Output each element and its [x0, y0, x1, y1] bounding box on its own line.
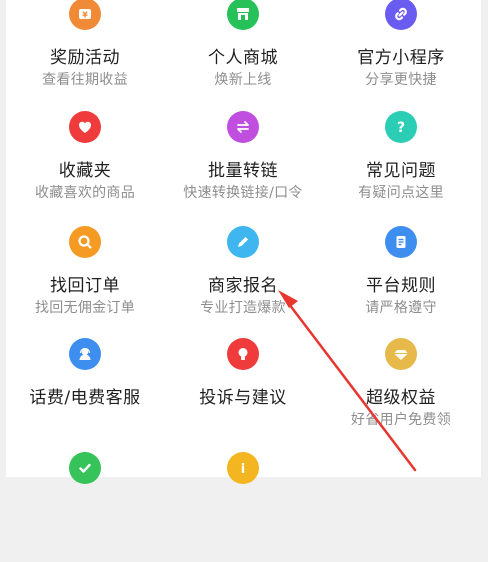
menu-item-subtitle: 有疑问点这里	[358, 185, 444, 201]
customer-service-icon	[69, 338, 101, 370]
menu-item-subtitle: 收藏喜欢的商品	[34, 185, 136, 201]
menu-item-personal-store[interactable]: 个人商城 焕新上线	[164, 0, 322, 108]
menu-item-mini-program[interactable]: 官方小程序 分享更快捷	[322, 0, 480, 108]
edit-icon	[227, 226, 259, 258]
svg-text:¥: ¥	[82, 11, 88, 20]
menu-item-title: 话费/电费客服	[29, 388, 141, 408]
menu-item-bill-service[interactable]: 话费/电费客服	[6, 338, 164, 448]
menu-item-partial-2[interactable]: i	[164, 452, 322, 562]
feature-grid: ¥ 奖励活动 查看往期收益 个人商城 焕新上线 官方小程序 分享更快捷 收藏夹 …	[6, 0, 481, 484]
svg-text:?: ?	[397, 120, 405, 136]
menu-item-title: 常见问题	[366, 161, 436, 181]
menu-item-faq[interactable]: ? 常见问题 有疑问点这里	[322, 111, 480, 221]
menu-item-partial-1[interactable]	[6, 452, 164, 562]
diamond-icon	[385, 338, 417, 370]
menu-item-subtitle: 查看往期收益	[42, 72, 128, 88]
heart-icon	[69, 111, 101, 143]
menu-item-favorites[interactable]: 收藏夹 收藏喜欢的商品	[6, 111, 164, 221]
menu-item-title: 奖励活动	[50, 48, 120, 68]
lightbulb-icon	[227, 338, 259, 370]
menu-item-subtitle: 找回无佣金订单	[34, 300, 136, 316]
svg-text:i: i	[241, 462, 245, 477]
convert-icon	[227, 111, 259, 143]
search-icon	[69, 226, 101, 258]
menu-item-title: 投诉与建议	[199, 388, 287, 408]
menu-item-merchant-signup[interactable]: 商家报名 专业打造爆款	[164, 226, 322, 336]
menu-item-subtitle: 专业打造爆款	[200, 300, 286, 316]
menu-item-title: 个人商城	[208, 48, 278, 68]
menu-item-rewards[interactable]: ¥ 奖励活动 查看往期收益	[6, 0, 164, 108]
menu-item-super-benefits[interactable]: 超级权益 好省用户免费领	[322, 338, 480, 448]
menu-item-batch-convert[interactable]: 批量转链 快速转换链接/口令	[164, 111, 322, 221]
menu-item-platform-rules[interactable]: 平台规则 请严格遵守	[322, 226, 480, 336]
menu-item-subtitle: 焕新上线	[214, 72, 272, 88]
question-icon: ?	[385, 111, 417, 143]
menu-item-subtitle: 快速转换链接/口令	[183, 185, 303, 201]
link-icon	[385, 0, 417, 30]
document-icon	[385, 226, 417, 258]
menu-item-title: 超级权益	[366, 388, 436, 408]
store-icon	[227, 0, 259, 30]
menu-item-title: 批量转链	[208, 161, 278, 181]
menu-item-recover-order[interactable]: 找回订单 找回无佣金订单	[6, 226, 164, 336]
menu-item-title: 商家报名	[208, 276, 278, 296]
menu-item-title: 平台规则	[366, 276, 436, 296]
menu-item-title: 官方小程序	[357, 48, 445, 68]
menu-item-title: 收藏夹	[58, 161, 112, 181]
check-icon	[69, 452, 101, 484]
menu-item-subtitle: 好省用户免费领	[350, 412, 452, 428]
wallet-icon: ¥	[69, 0, 101, 30]
info-icon: i	[227, 452, 259, 484]
menu-item-title: 找回订单	[50, 276, 120, 296]
menu-item-subtitle: 分享更快捷	[365, 72, 437, 88]
menu-item-feedback[interactable]: 投诉与建议	[164, 338, 322, 448]
menu-item-subtitle: 请严格遵守	[365, 300, 437, 316]
